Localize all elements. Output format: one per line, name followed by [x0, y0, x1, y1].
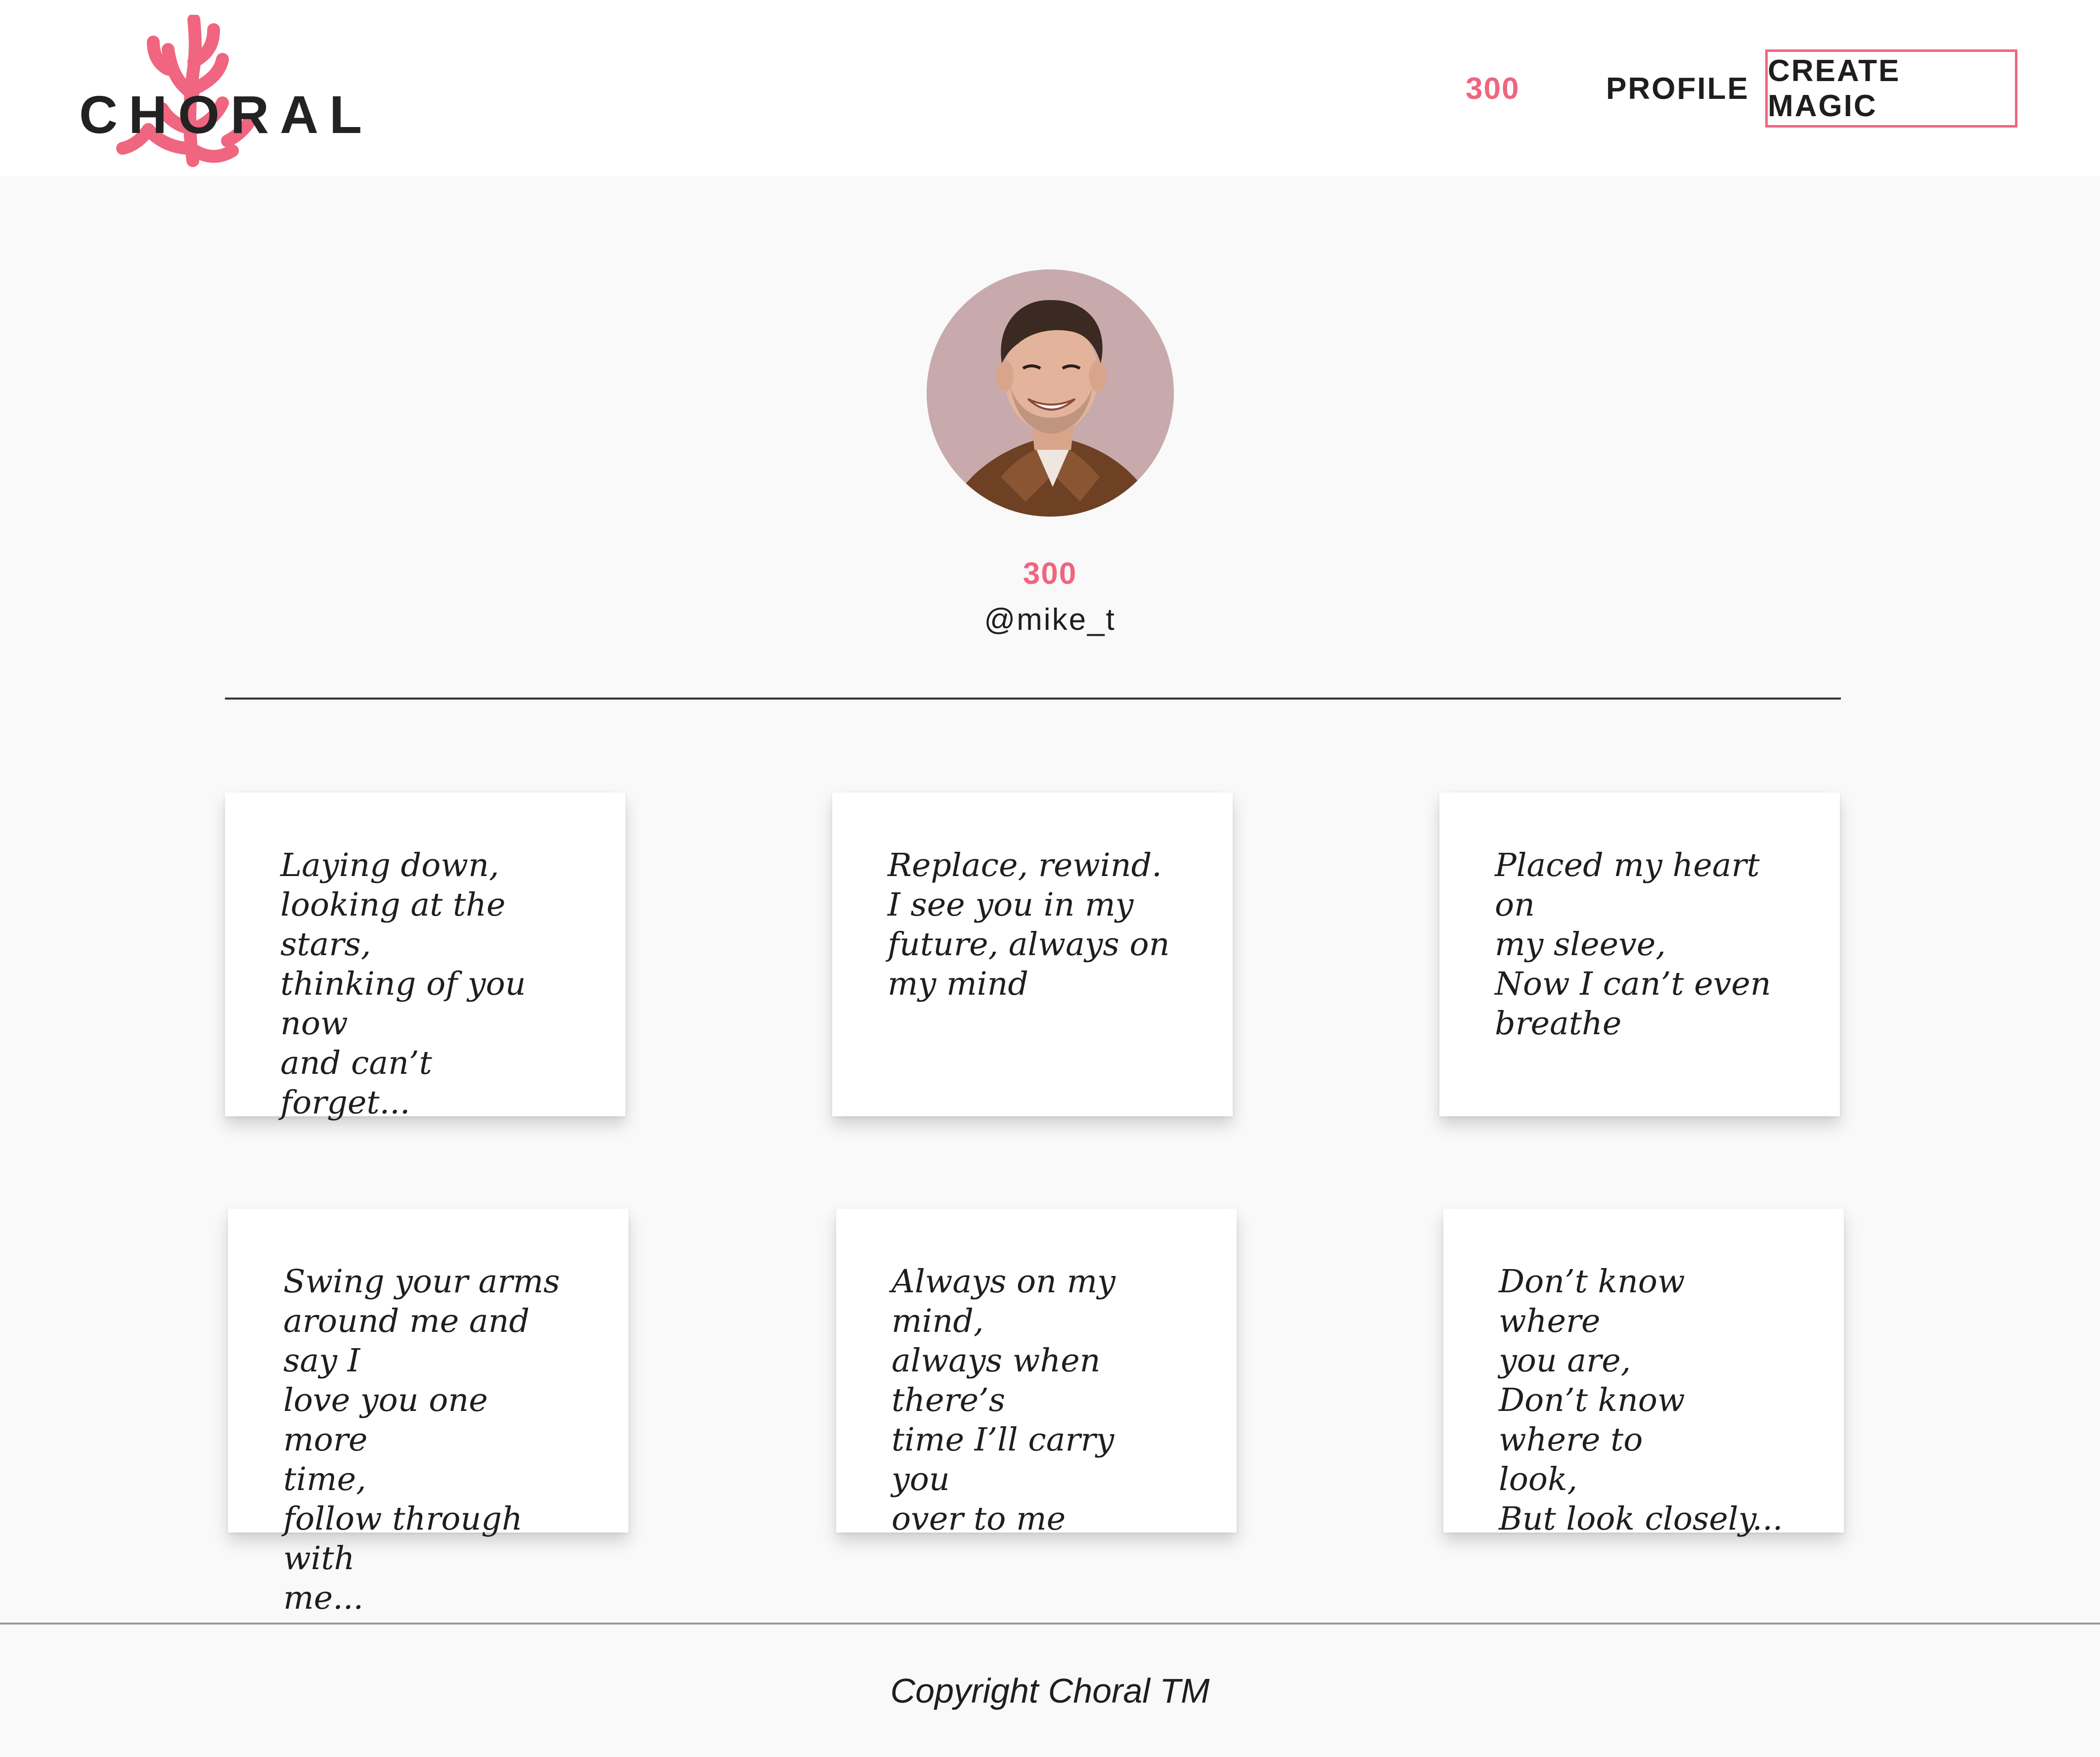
choral-logo[interactable]: CHORAL: [79, 15, 373, 168]
poem-text: Replace, rewind. I see you in my future,…: [888, 847, 1170, 1003]
section-divider: [225, 698, 1841, 700]
profile-username: @mike_t: [984, 603, 1116, 637]
footer-copyright: Copyright Choral TM: [890, 1671, 1210, 1710]
poem-card[interactable]: Don’t know where you are, Don’t know whe…: [1443, 1209, 1844, 1537]
poem-text: Always on my mind, always when there’s t…: [892, 1263, 1116, 1537]
brand-name: CHORAL: [79, 85, 373, 144]
profile-photo: [927, 269, 1174, 517]
profile-points: 300: [1023, 557, 1077, 591]
create-magic-button[interactable]: CREATE MAGIC: [1765, 49, 2017, 128]
poem-card[interactable]: Swing your arms around me and say I love…: [228, 1209, 628, 1617]
poem-text: Placed my heart on my sleeve, Now I can’…: [1495, 847, 1771, 1042]
poem-text: Laying down, looking at the stars, think…: [280, 847, 526, 1121]
poem-card[interactable]: Placed my heart on my sleeve, Now I can’…: [1439, 792, 1840, 1116]
poem-text: Don’t know where you are, Don’t know whe…: [1499, 1263, 1783, 1537]
poem-card[interactable]: Replace, rewind. I see you in my future,…: [832, 792, 1233, 1116]
nav-points-count[interactable]: 300: [1466, 71, 1519, 106]
create-magic-label: CREATE MAGIC: [1768, 54, 1901, 123]
poem-card[interactable]: Always on my mind, always when there’s t…: [836, 1209, 1237, 1537]
footer-divider: [0, 1623, 2100, 1625]
avatar: [927, 269, 1174, 517]
poem-text: Swing your arms around me and say I love…: [283, 1263, 560, 1617]
nav-profile-link[interactable]: PROFILE: [1606, 71, 1749, 106]
poem-card[interactable]: Laying down, looking at the stars, think…: [225, 792, 626, 1121]
site-header: CHORAL 300 PROFILE CREATE MAGIC: [0, 0, 2100, 176]
